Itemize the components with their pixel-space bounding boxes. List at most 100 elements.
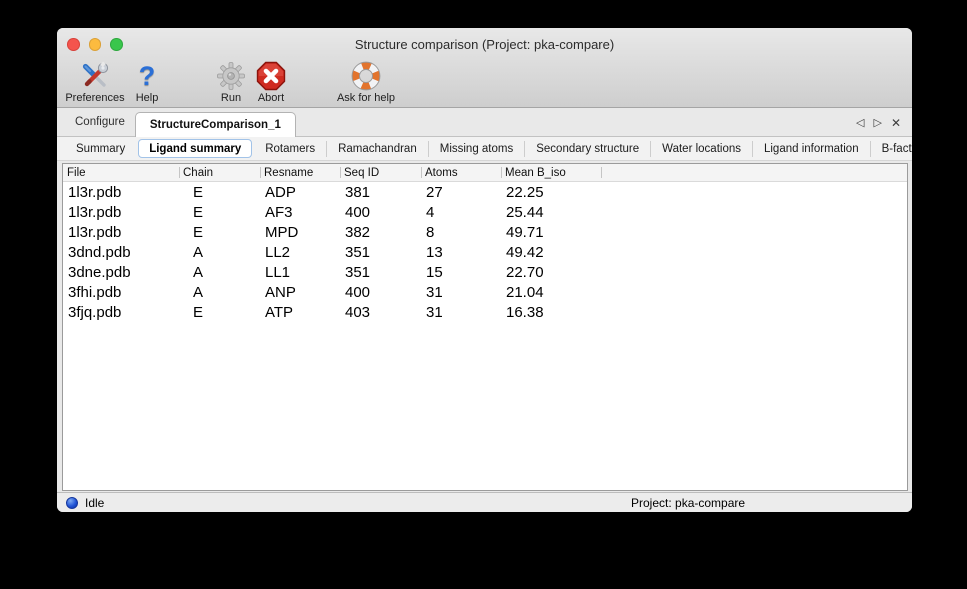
cell-resname: AF3 xyxy=(260,204,340,221)
cell-atoms: 27 xyxy=(421,184,501,201)
help-button[interactable]: ? Help xyxy=(127,61,167,104)
tab-prev-arrow-icon[interactable]: ◁ xyxy=(856,118,864,129)
column-header-chain[interactable]: Chain xyxy=(179,164,260,181)
table-row[interactable]: 1l3r.pdbEMPD382849.71 xyxy=(63,222,907,242)
question-mark-icon: ? xyxy=(131,61,163,91)
cell-atoms: 31 xyxy=(421,304,501,321)
cell-file: 3dnd.pdb xyxy=(63,244,179,261)
subtab-secondary-structure[interactable]: Secondary structure xyxy=(524,141,650,157)
cell-atoms: 13 xyxy=(421,244,501,261)
table-header-row: FileChainResnameSeq IDAtomsMean B_iso xyxy=(63,164,907,182)
preferences-button[interactable]: Preferences xyxy=(59,61,131,104)
cell-mean-b-iso: 16.38 xyxy=(501,304,601,321)
cell-seq-id: 351 xyxy=(340,264,421,281)
tab-close-icon[interactable]: ✕ xyxy=(891,117,901,129)
cell-chain: E xyxy=(179,184,260,201)
cell-seq-id: 400 xyxy=(340,284,421,301)
cell-resname: ATP xyxy=(260,304,340,321)
cell-seq-id: 382 xyxy=(340,224,421,241)
cell-file: 3dne.pdb xyxy=(63,264,179,281)
subtab-water-locations[interactable]: Water locations xyxy=(650,141,752,157)
subtab-missing-atoms[interactable]: Missing atoms xyxy=(428,141,525,157)
ask-for-help-button[interactable]: Ask for help xyxy=(326,61,406,104)
run-button[interactable]: Run xyxy=(213,61,249,104)
column-header-file[interactable]: File xyxy=(63,164,179,181)
column-header-resname[interactable]: Resname xyxy=(260,164,340,181)
table-row[interactable]: 1l3r.pdbEADP3812722.25 xyxy=(63,182,907,202)
tab-configure[interactable]: Configure xyxy=(65,108,135,136)
subtab-rotamers[interactable]: Rotamers xyxy=(254,141,326,157)
cell-file: 3fhi.pdb xyxy=(63,284,179,301)
cell-mean-b-iso: 25.44 xyxy=(501,204,601,221)
column-header-seq-id[interactable]: Seq ID xyxy=(340,164,421,181)
cell-mean-b-iso: 22.70 xyxy=(501,264,601,281)
ligand-summary-table[interactable]: FileChainResnameSeq IDAtomsMean B_iso 1l… xyxy=(62,163,908,491)
table-row[interactable]: 3fhi.pdbAANP4003121.04 xyxy=(63,282,907,302)
window-chrome: Structure comparison (Project: pka-compa… xyxy=(57,28,912,108)
table-body: 1l3r.pdbEADP3812722.251l3r.pdbEAF3400425… xyxy=(63,182,907,322)
cell-mean-b-iso: 49.42 xyxy=(501,244,601,261)
cell-seq-id: 381 xyxy=(340,184,421,201)
title-bar[interactable]: Structure comparison (Project: pka-compa… xyxy=(57,28,912,60)
column-header-mean-b-iso[interactable]: Mean B_iso xyxy=(501,164,601,181)
subtab-ligand-information[interactable]: Ligand information xyxy=(752,141,870,157)
cell-chain: E xyxy=(179,224,260,241)
table-row[interactable]: 3dnd.pdbALL23511349.42 xyxy=(63,242,907,262)
abort-button[interactable]: Abort xyxy=(249,61,293,104)
cell-chain: A xyxy=(179,244,260,261)
tools-icon xyxy=(79,61,111,91)
column-header-atoms[interactable]: Atoms xyxy=(421,164,501,181)
sub-tab-row: SummaryLigand summaryRotamersRamachandra… xyxy=(57,137,912,161)
subtab-ligand-summary[interactable]: Ligand summary xyxy=(138,139,252,158)
cell-atoms: 4 xyxy=(421,204,501,221)
project-label: Project: pka-compare xyxy=(631,493,745,512)
tab-structurecomparison-1[interactable]: StructureComparison_1 xyxy=(135,112,296,137)
window-title: Structure comparison (Project: pka-compa… xyxy=(57,28,912,60)
cell-chain: E xyxy=(179,304,260,321)
table-row[interactable]: 3dne.pdbALL13511522.70 xyxy=(63,262,907,282)
cell-chain: A xyxy=(179,284,260,301)
cell-seq-id: 400 xyxy=(340,204,421,221)
subtab-b-factors[interactable]: B-factors xyxy=(870,141,912,157)
cell-atoms: 8 xyxy=(421,224,501,241)
main-tab-strip: ConfigureStructureComparison_1 xyxy=(65,108,296,136)
cell-mean-b-iso: 21.04 xyxy=(501,284,601,301)
toolbar-item-label: Run xyxy=(221,92,241,104)
table-row[interactable]: 3fjq.pdbEATP4033116.38 xyxy=(63,302,907,322)
cell-chain: A xyxy=(179,264,260,281)
toolbar-item-label: Preferences xyxy=(65,92,124,104)
cell-mean-b-iso: 49.71 xyxy=(501,224,601,241)
sub-tab-strip: SummaryLigand summaryRotamersRamachandra… xyxy=(65,137,912,160)
main-tab-row: ConfigureStructureComparison_1 ◁ ▷ ✕ xyxy=(57,108,912,137)
subtab-ramachandran[interactable]: Ramachandran xyxy=(326,141,428,157)
table-row[interactable]: 1l3r.pdbEAF3400425.44 xyxy=(63,202,907,222)
cell-file: 1l3r.pdb xyxy=(63,184,179,201)
status-text: Idle xyxy=(85,496,104,510)
toolbar-item-label: Ask for help xyxy=(337,92,395,104)
app-window: Structure comparison (Project: pka-compa… xyxy=(57,28,912,512)
cell-resname: ADP xyxy=(260,184,340,201)
subtab-summary[interactable]: Summary xyxy=(65,141,136,157)
gear-icon xyxy=(215,61,247,91)
cell-atoms: 31 xyxy=(421,284,501,301)
toolbar-item-label: Help xyxy=(136,92,159,104)
status-ball-icon xyxy=(66,497,78,509)
cell-chain: E xyxy=(179,204,260,221)
lifebuoy-icon xyxy=(350,61,382,91)
cell-file: 1l3r.pdb xyxy=(63,224,179,241)
main-tab-nav: ◁ ▷ ✕ xyxy=(856,117,912,136)
cell-resname: ANP xyxy=(260,284,340,301)
stop-x-icon xyxy=(255,61,287,91)
status-bar: Idle Project: pka-compare xyxy=(57,492,912,512)
cell-resname: LL1 xyxy=(260,264,340,281)
cell-file: 1l3r.pdb xyxy=(63,204,179,221)
cell-atoms: 15 xyxy=(421,264,501,281)
content-pane: FileChainResnameSeq IDAtomsMean B_iso 1l… xyxy=(57,161,912,492)
cell-mean-b-iso: 22.25 xyxy=(501,184,601,201)
cell-resname: MPD xyxy=(260,224,340,241)
cell-resname: LL2 xyxy=(260,244,340,261)
cell-seq-id: 351 xyxy=(340,244,421,261)
cell-file: 3fjq.pdb xyxy=(63,304,179,321)
toolbar: Preferences ? Help xyxy=(57,60,912,107)
tab-next-arrow-icon[interactable]: ▷ xyxy=(873,118,881,129)
